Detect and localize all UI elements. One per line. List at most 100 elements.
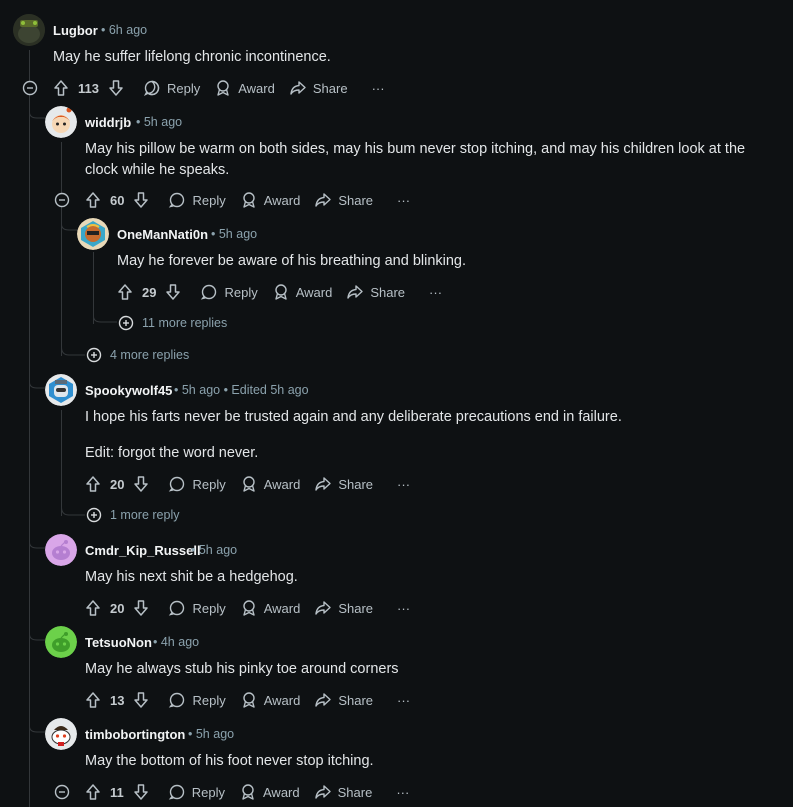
downvote-icon[interactable]: [132, 599, 150, 617]
more-options-button[interactable]: ···: [372, 81, 385, 96]
comment-body: May his pillow be warm on both sides, ma…: [85, 141, 746, 178]
collapse-thread-button[interactable]: [21, 79, 39, 97]
user-avatar[interactable]: [45, 374, 77, 406]
upvote-icon[interactable]: [84, 691, 102, 709]
user-avatar[interactable]: [45, 106, 77, 138]
reply-button[interactable]: Reply: [200, 283, 258, 301]
vote-score: 60: [110, 192, 125, 208]
more-replies-link[interactable]: 11 more replies: [118, 315, 227, 331]
award-button[interactable]: Award: [240, 691, 301, 709]
comment-body: May he forever be aware of his breathing…: [117, 253, 467, 269]
more-replies-link[interactable]: 1 more reply: [86, 507, 179, 523]
share-button[interactable]: Share: [314, 475, 373, 493]
meta-dot: •: [174, 383, 182, 397]
award-button[interactable]: Award: [214, 79, 275, 97]
reply-button[interactable]: Reply: [168, 691, 226, 709]
share-icon: [315, 601, 332, 615]
vote-score: 11: [110, 784, 124, 800]
reply-button[interactable]: Reply: [143, 79, 200, 97]
award-label: Award: [238, 80, 275, 96]
upvote-icon[interactable]: [52, 79, 70, 97]
collapse-thread-button[interactable]: [53, 783, 71, 801]
comment-time: 5h ago: [181, 383, 221, 397]
comment-actions: 11 Reply Award Share ···: [84, 780, 409, 804]
more-options-button[interactable]: ···: [396, 785, 409, 800]
comment-bubble-icon: [169, 192, 185, 208]
upvote-icon[interactable]: [84, 191, 102, 209]
user-avatar[interactable]: [45, 626, 77, 658]
user-avatar[interactable]: [45, 534, 77, 566]
reply-label: Reply: [224, 284, 258, 300]
downvote-icon[interactable]: [132, 691, 150, 709]
comment-author[interactable]: OneManNati0n: [117, 227, 208, 242]
downvote-icon[interactable]: [132, 475, 150, 493]
comment-author[interactable]: Cmdr_Kip_Russell: [85, 543, 201, 558]
comment-meta: • 5h ago • Edited 5h ago: [174, 383, 309, 397]
upvote-icon[interactable]: [116, 283, 134, 301]
comment-time: 4h ago: [160, 635, 200, 649]
comment-author[interactable]: timbobortington: [85, 727, 185, 742]
minus-circle-icon: [22, 80, 38, 96]
downvote-icon[interactable]: [132, 191, 150, 209]
more-options-button[interactable]: ···: [397, 477, 410, 492]
share-button[interactable]: Share: [346, 283, 405, 301]
share-label: Share: [338, 476, 374, 492]
meta-dot: •: [188, 727, 196, 741]
meta-dot: •: [153, 635, 161, 649]
share-button[interactable]: Share: [289, 79, 348, 97]
comment-author[interactable]: Spookywolf45: [85, 383, 172, 398]
comment-author[interactable]: TetsuoNon: [85, 635, 152, 650]
upvote-icon[interactable]: [84, 783, 102, 801]
comment-actions: 13 Reply Award Share ···: [84, 688, 410, 712]
edited-label: Edited 5h ago: [231, 383, 309, 397]
meta-dot: •: [101, 23, 109, 37]
award-button[interactable]: Award: [240, 475, 300, 493]
reply-button[interactable]: Reply: [168, 599, 226, 617]
comment-body: May he suffer lifelong chronic incontine…: [53, 49, 331, 65]
user-avatar[interactable]: [45, 718, 77, 750]
award-button[interactable]: Award: [272, 283, 333, 301]
more-options-button[interactable]: ···: [429, 285, 442, 300]
award-label: Award: [263, 692, 301, 708]
award-button[interactable]: Award: [239, 783, 300, 801]
share-button[interactable]: Share: [314, 691, 373, 709]
downvote-icon[interactable]: [107, 79, 125, 97]
collapse-thread-button[interactable]: [53, 191, 71, 209]
share-button[interactable]: Share: [314, 191, 373, 209]
more-options-button[interactable]: ···: [397, 193, 410, 208]
upvote-icon[interactable]: [84, 599, 102, 617]
comment-meta: • 5h ago: [211, 227, 257, 241]
award-button[interactable]: Award: [240, 599, 300, 617]
comment-time: 5h ago: [198, 543, 238, 557]
more-options-button[interactable]: ···: [397, 693, 410, 708]
vote-score: 13: [110, 692, 125, 708]
award-icon: [243, 476, 255, 492]
user-avatar[interactable]: [13, 14, 45, 46]
comment-body: May his next shit be a hedgehog.: [85, 569, 298, 585]
reply-button[interactable]: Reply: [168, 191, 226, 209]
downvote-icon[interactable]: [132, 783, 150, 801]
comment-bubble-icon: [169, 692, 185, 708]
share-label: Share: [312, 80, 348, 96]
more-replies-label: 11 more replies: [142, 316, 228, 330]
reply-button[interactable]: Reply: [168, 475, 226, 493]
comment-actions: 20 Reply Award Share ···: [84, 596, 410, 620]
comment-actions: 113 Reply Award Share ···: [52, 76, 385, 100]
share-button[interactable]: Share: [314, 783, 372, 801]
comment-author[interactable]: widdrjb: [85, 115, 131, 130]
more-options-button[interactable]: ···: [397, 601, 410, 616]
downvote-icon[interactable]: [164, 283, 182, 301]
minus-circle-icon: [54, 192, 70, 208]
award-label: Award: [295, 284, 333, 300]
reply-button[interactable]: Reply: [168, 783, 225, 801]
meta-dot: •: [136, 115, 144, 129]
more-replies-link[interactable]: 4 more replies: [86, 347, 189, 363]
user-avatar[interactable]: [77, 218, 109, 250]
share-icon: [314, 785, 331, 799]
share-button[interactable]: Share: [314, 599, 373, 617]
upvote-icon[interactable]: [84, 475, 102, 493]
comment-actions: 20 Reply Award Share ···: [84, 472, 410, 496]
comment-author[interactable]: Lugbor: [53, 23, 98, 38]
share-icon: [290, 81, 306, 95]
award-button[interactable]: Award: [240, 191, 300, 209]
